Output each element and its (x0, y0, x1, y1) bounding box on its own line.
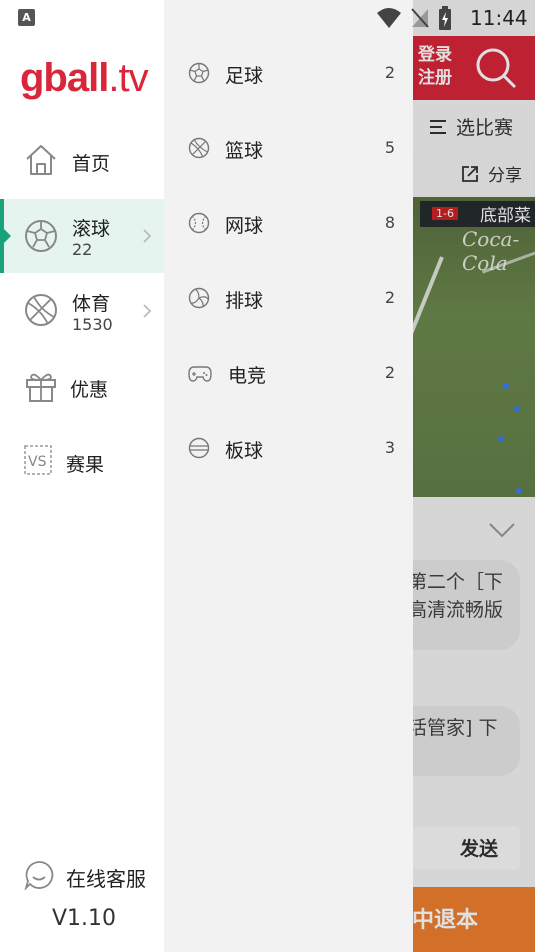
nav-item-label: 优惠 (70, 379, 109, 401)
submenu-label: 网球 (225, 215, 264, 237)
submenu-count: 8 (384, 213, 395, 232)
nav-item-promotions[interactable]: 优惠 (0, 355, 164, 417)
nav-item-count: 22 (72, 240, 93, 259)
battery-charging-icon (439, 6, 451, 30)
basketball-icon (188, 137, 210, 159)
nav-item-label: 滚球 (72, 218, 111, 240)
nav-item-home[interactable]: 首页 (0, 130, 164, 192)
clock: 11:44 (470, 6, 528, 30)
home-icon (26, 145, 56, 175)
gamepad-icon (188, 366, 212, 382)
nav-item-sports[interactable]: 体育 1530 (0, 274, 164, 348)
cricket-ball-icon (188, 437, 210, 459)
submenu-label: 篮球 (225, 140, 264, 162)
chevron-right-icon (143, 304, 152, 318)
submenu-count: 2 (384, 63, 395, 82)
submenu-label: 电竞 (228, 365, 267, 387)
logo-text: gball (20, 56, 109, 100)
basketball-icon (25, 294, 57, 326)
chevron-right-icon (143, 229, 152, 243)
app-version: V1.10 (52, 906, 117, 931)
logo-suffix: .tv (108, 56, 148, 100)
active-indicator-arrow (4, 229, 11, 243)
nav-item-results[interactable]: VS 赛果 (0, 430, 164, 492)
no-signal-icon (411, 8, 429, 28)
nav-item-label: 首页 (72, 153, 111, 175)
gift-icon (26, 373, 56, 402)
submenu-count: 3 (384, 438, 395, 457)
submenu-item-cricket[interactable]: 板球 3 (164, 423, 413, 473)
submenu-count: 2 (384, 288, 395, 307)
submenu-item-basketball[interactable]: 篮球 5 (164, 123, 413, 173)
vs-icon: VS (24, 445, 52, 475)
online-support-button[interactable]: 在线客服 (24, 860, 146, 891)
gball-logo[interactable]: gball.tv (20, 56, 149, 101)
nav-item-label: 赛果 (66, 454, 105, 476)
soccer-ball-icon (188, 62, 210, 84)
nav-item-live[interactable]: 滚球 22 (0, 199, 164, 273)
submenu-label: 板球 (225, 440, 264, 462)
submenu-item-volleyball[interactable]: 排球 2 (164, 273, 413, 323)
support-label: 在线客服 (66, 867, 146, 891)
svg-text:VS: VS (28, 454, 47, 470)
nav-item-label: 体育 (72, 293, 111, 315)
submenu-item-soccer[interactable]: 足球 2 (164, 48, 413, 98)
wifi-icon (377, 8, 401, 28)
nav-drawer: gball.tv 首页 滚球 22 体育 1530 优惠 VS 赛果 在线客服 … (0, 0, 164, 952)
nav-item-count: 1530 (72, 315, 113, 334)
submenu-count: 5 (384, 138, 395, 157)
status-bar: A 11:44 (0, 0, 535, 36)
submenu-label: 排球 (225, 290, 264, 312)
notification-a-icon: A (18, 9, 35, 26)
submenu-item-tennis[interactable]: 网球 8 (164, 198, 413, 248)
submenu-count: 2 (384, 363, 395, 382)
volleyball-icon (188, 287, 210, 309)
soccer-ball-icon (25, 220, 57, 252)
submenu-label: 足球 (225, 65, 264, 87)
chat-bubble-icon (24, 861, 54, 890)
submenu-item-esports[interactable]: 电竞 2 (164, 348, 413, 398)
tennis-ball-icon (188, 212, 210, 234)
